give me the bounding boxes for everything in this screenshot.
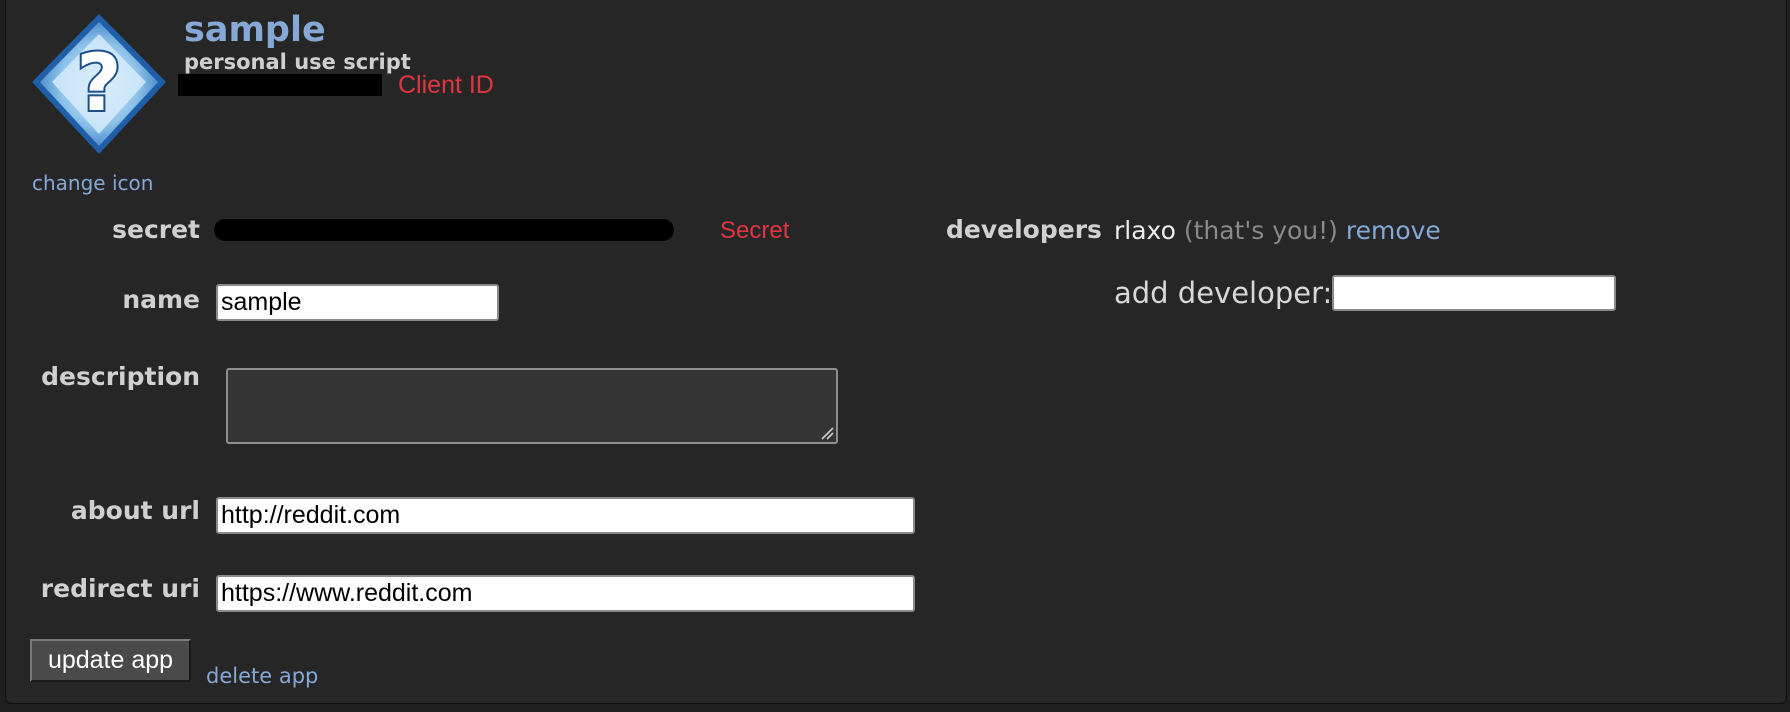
- developer-you-note: (that's you!): [1183, 216, 1338, 245]
- resize-handle-icon[interactable]: [820, 426, 834, 440]
- secret-note: Secret: [720, 217, 790, 244]
- redirect-uri-input[interactable]: [216, 575, 915, 612]
- update-app-button[interactable]: update app: [30, 639, 191, 682]
- developer-name: rlaxo: [1114, 216, 1176, 245]
- remove-developer-link[interactable]: remove: [1346, 216, 1441, 245]
- change-icon-link[interactable]: change icon: [32, 171, 153, 195]
- description-label: description: [41, 362, 200, 391]
- add-developer-label: add developer:: [1114, 276, 1333, 310]
- redirect-uri-label: redirect uri: [40, 574, 200, 603]
- name-label: name: [122, 285, 200, 314]
- client-id-redacted: [178, 74, 382, 96]
- app-type: personal use script: [184, 50, 411, 74]
- name-input[interactable]: [216, 284, 499, 321]
- about-url-label: about url: [70, 496, 200, 525]
- client-id-label: Client ID: [398, 71, 494, 99]
- description-textarea[interactable]: [226, 368, 838, 444]
- developers-list: rlaxo (that's you!) remove: [1114, 216, 1441, 245]
- add-developer-input[interactable]: [1332, 275, 1616, 311]
- secret-redacted: [214, 219, 674, 241]
- developers-label: developers: [946, 215, 1102, 244]
- about-url-input[interactable]: [216, 497, 915, 534]
- delete-app-link[interactable]: delete app: [206, 664, 318, 688]
- secret-label: secret: [112, 215, 200, 244]
- question-mark-diamond-icon: ?: [32, 14, 166, 154]
- svg-text:?: ?: [76, 39, 121, 129]
- app-name: sample: [184, 10, 326, 50]
